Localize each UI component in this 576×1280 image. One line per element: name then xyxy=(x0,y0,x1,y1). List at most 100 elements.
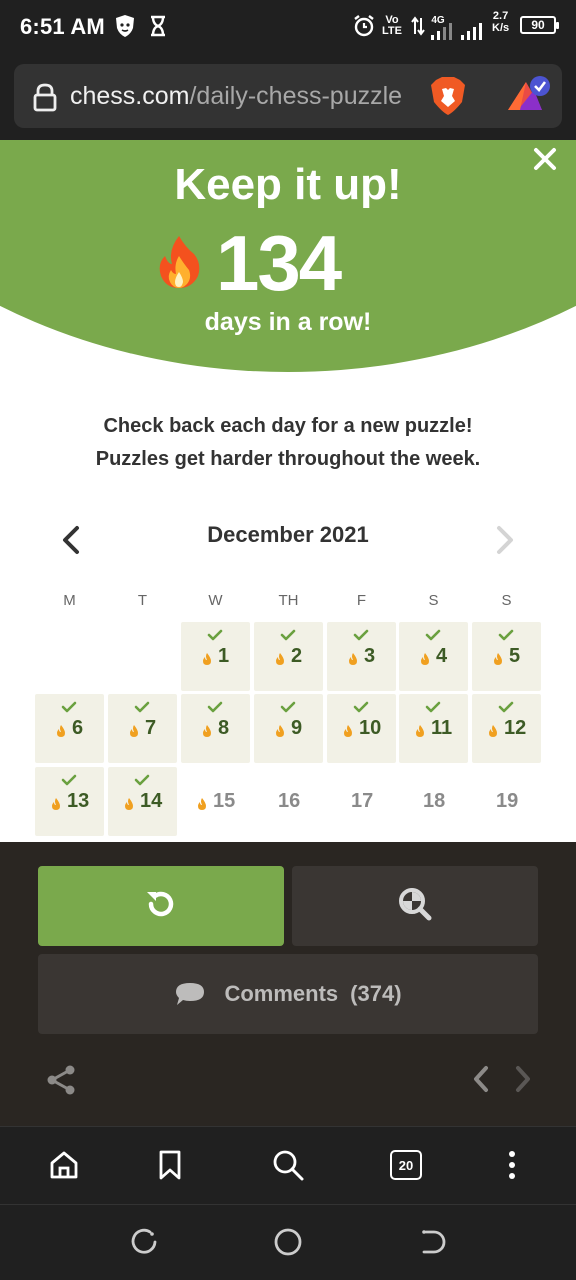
flame-icon xyxy=(488,725,498,738)
flame-icon xyxy=(202,653,212,666)
check-icon xyxy=(425,628,441,641)
check-icon xyxy=(353,700,369,713)
calendar-day[interactable]: 6 xyxy=(35,694,104,763)
lock-icon[interactable] xyxy=(32,82,58,117)
flame-icon xyxy=(202,725,212,738)
alarm-icon xyxy=(352,12,376,40)
check-icon xyxy=(134,700,150,713)
bookmark-icon[interactable] xyxy=(152,1147,188,1183)
calendar-day[interactable]: 4 xyxy=(399,622,468,691)
signal-strength-icon-2 xyxy=(458,18,488,46)
check-icon xyxy=(425,700,441,713)
check-icon xyxy=(353,628,369,641)
flame-icon xyxy=(124,798,134,811)
calendar-day[interactable]: 7 xyxy=(108,694,177,763)
calendar-day[interactable]: 14 xyxy=(108,767,177,836)
calendar-day[interactable]: 13 xyxy=(35,767,104,836)
calendar-day[interactable]: 8 xyxy=(181,694,250,763)
calendar-day[interactable]: 5 xyxy=(472,622,541,691)
calendar-day[interactable]: 12 xyxy=(472,694,541,763)
fire-emoji-icon xyxy=(156,234,202,295)
streak-count: 134 xyxy=(216,219,342,307)
flame-icon xyxy=(415,725,425,738)
brave-lion-icon[interactable] xyxy=(430,76,466,121)
data-arrows-icon xyxy=(410,12,426,40)
close-icon[interactable] xyxy=(530,144,560,174)
puzzle-info: Check back each day for a new puzzle! Pu… xyxy=(0,410,576,476)
calendar-day-number: 6 xyxy=(72,717,84,739)
calendar-day-number: 2 xyxy=(291,645,303,667)
analysis-magnifier-icon xyxy=(397,886,433,927)
check-icon xyxy=(61,700,77,713)
flame-icon xyxy=(275,725,285,738)
check-icon xyxy=(207,628,223,641)
calendar-day[interactable]: 9 xyxy=(254,694,323,763)
streak-label: days in a row! xyxy=(204,308,372,336)
analysis-button[interactable] xyxy=(292,866,538,946)
calendar-day[interactable]: 11 xyxy=(399,694,468,763)
calendar-day-number: 17 xyxy=(351,790,374,812)
calendar-day-number: 7 xyxy=(145,717,157,739)
check-icon xyxy=(207,700,223,713)
calendar-day-number: 11 xyxy=(431,717,453,739)
calendar-day[interactable]: 17 xyxy=(327,767,396,836)
comments-count: (374) xyxy=(350,981,402,1006)
calendar-day[interactable]: 16 xyxy=(254,767,323,836)
flame-icon xyxy=(275,653,285,666)
weekday-label: M xyxy=(63,592,76,609)
speed-unit: K/s xyxy=(492,22,510,34)
network-speed: 2.7 K/s xyxy=(492,10,509,34)
weekday-label: S xyxy=(428,592,439,609)
flame-icon xyxy=(56,725,66,738)
calendar-day[interactable]: 3 xyxy=(327,622,396,691)
calendar-day-number: 19 xyxy=(496,790,519,812)
check-icon xyxy=(498,700,514,713)
brave-rewards-icon[interactable] xyxy=(504,74,554,123)
back-icon[interactable] xyxy=(416,1226,448,1258)
calendar-day-number: 9 xyxy=(291,717,303,739)
flame-icon xyxy=(420,653,430,666)
calendar-day-number: 12 xyxy=(504,717,527,739)
calendar-day[interactable]: 10 xyxy=(327,694,396,763)
recent-apps-icon[interactable] xyxy=(128,1226,160,1258)
flame-icon xyxy=(343,725,353,738)
flame-icon xyxy=(348,653,358,666)
check-icon xyxy=(61,773,77,786)
status-time: 6:51 AM xyxy=(20,14,105,39)
url-host: chess.com xyxy=(70,82,190,110)
calendar-day[interactable]: 18 xyxy=(399,767,468,836)
calendar-day-number: 1 xyxy=(218,645,230,667)
calendar-day[interactable]: 2 xyxy=(254,622,323,691)
url-field[interactable]: chess.com/daily-chess-puzzle xyxy=(14,64,562,128)
calendar-day[interactable]: 19 xyxy=(472,767,541,836)
tabs-button[interactable]: 20 xyxy=(388,1147,424,1183)
more-menu-icon[interactable] xyxy=(494,1147,530,1183)
comments-label: Comments xyxy=(224,981,339,1006)
volte-label: Vo LTE xyxy=(382,14,402,37)
brave-vpn-shield-icon xyxy=(114,12,136,40)
calendar-day[interactable]: 1 xyxy=(181,622,250,691)
next-month-chevron-icon xyxy=(492,524,518,556)
home-circle-icon[interactable] xyxy=(272,1226,304,1258)
check-icon xyxy=(280,628,296,641)
info-line-1: Check back each day for a new puzzle! xyxy=(103,415,473,437)
url-text[interactable]: chess.com/daily-chess-puzzle xyxy=(70,82,422,111)
retry-button[interactable] xyxy=(38,866,284,946)
previous-puzzle-chevron-icon[interactable] xyxy=(470,1064,492,1094)
weekday-label: TH xyxy=(278,592,299,609)
home-icon[interactable] xyxy=(46,1147,82,1183)
flame-icon xyxy=(197,798,207,811)
share-icon[interactable] xyxy=(46,1064,76,1096)
search-icon[interactable] xyxy=(270,1147,306,1183)
comments-button[interactable]: Comments (374) xyxy=(38,954,538,1034)
calendar-day[interactable]: 15 xyxy=(181,767,250,836)
speed-value: 2.7 xyxy=(492,10,509,22)
hero-title: Keep it up! xyxy=(174,160,402,209)
weekday-label: T xyxy=(137,592,148,609)
next-puzzle-chevron-icon[interactable] xyxy=(512,1064,534,1094)
calendar-day-number: 10 xyxy=(359,717,382,739)
signal-strength-icon-1 xyxy=(428,18,460,46)
info-line-2: Puzzles get harder throughout the week. xyxy=(95,448,481,470)
calendar-day-number: 3 xyxy=(364,645,376,667)
calendar-day-number: 4 xyxy=(436,645,448,667)
